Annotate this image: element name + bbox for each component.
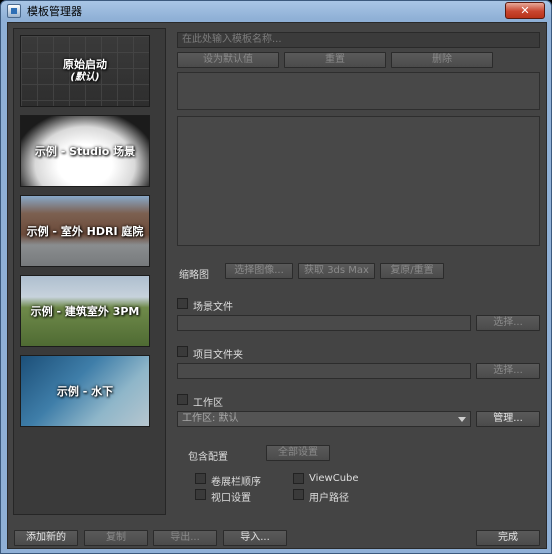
workspace-dropdown[interactable]: 工作区: 默认 xyxy=(177,411,471,427)
template-item-hdri-courtyard[interactable]: 示例 - 室外 HDRI 庭院 xyxy=(20,195,150,267)
chevron-down-icon xyxy=(458,417,466,422)
template-label: 原始启动 (默认) xyxy=(63,58,107,84)
template-item-original-startup[interactable]: 原始启动 (默认) xyxy=(20,35,150,107)
template-item-underwater[interactable]: 示例 - 水下 xyxy=(20,355,150,427)
project-folder-label: 项目文件夹 xyxy=(193,350,243,361)
thumbnail-preview xyxy=(177,116,540,246)
workspace-manage-button[interactable]: 管理... xyxy=(476,411,540,427)
delete-button[interactable]: 删除 xyxy=(391,52,493,68)
restore-reset-button[interactable]: 复原/重置 xyxy=(380,263,444,279)
choose-image-button[interactable]: 选择图像... xyxy=(225,263,293,279)
viewcube-checkbox[interactable] xyxy=(293,473,304,484)
close-button[interactable]: ✕ xyxy=(505,2,545,19)
scene-file-choose-button[interactable]: 选择... xyxy=(476,315,540,331)
template-label: 示例 - 建筑室外 3PM xyxy=(30,304,140,318)
window-title: 模板管理器 xyxy=(27,5,82,18)
project-folder-path[interactable] xyxy=(177,363,471,379)
template-list[interactable]: 原始启动 (默认) 示例 - Studio 场景 示例 - 室外 HDRI 庭院… xyxy=(13,28,166,515)
user-paths-checkbox[interactable] xyxy=(293,489,304,500)
app-icon xyxy=(7,4,21,18)
add-new-button[interactable]: 添加新的 xyxy=(14,530,78,546)
description-panel xyxy=(177,72,540,110)
thumbnail-label: 缩略图 xyxy=(179,270,209,281)
dialog-client-area: 原始启动 (默认) 示例 - Studio 场景 示例 - 室外 HDRI 庭院… xyxy=(7,22,547,549)
template-name-input[interactable]: 在此处输入模板名称... xyxy=(177,32,540,48)
workspace-checkbox[interactable] xyxy=(177,394,188,405)
template-item-studio[interactable]: 示例 - Studio 场景 xyxy=(20,115,150,187)
scene-file-checkbox[interactable] xyxy=(177,298,188,309)
scene-file-path[interactable] xyxy=(177,315,471,331)
viewcube-label: ViewCube xyxy=(309,473,359,484)
rollout-order-checkbox[interactable] xyxy=(195,473,206,484)
scene-file-label: 场景文件 xyxy=(193,302,233,313)
template-title: 原始启动 xyxy=(63,58,107,71)
viewport-settings-checkbox[interactable] xyxy=(195,489,206,500)
template-label: 示例 - Studio 场景 xyxy=(34,144,136,158)
viewport-settings-label: 视口设置 xyxy=(211,493,251,504)
done-button[interactable]: 完成 xyxy=(476,530,540,546)
reset-button[interactable]: 重置 xyxy=(284,52,386,68)
workspace-label: 工作区 xyxy=(193,398,223,409)
template-manager-window: 模板管理器 ✕ 原始启动 (默认) 示例 - Studio 场景 示例 - 室外… xyxy=(0,0,552,554)
copy-button[interactable]: 复制 xyxy=(84,530,148,546)
include-config-label: 包含配置 xyxy=(188,452,228,463)
template-label: 示例 - 室外 HDRI 庭院 xyxy=(26,224,144,238)
project-folder-choose-button[interactable]: 选择... xyxy=(476,363,540,379)
rollout-order-label: 卷展栏顺序 xyxy=(211,477,261,488)
workspace-selected-value: 工作区: 默认 xyxy=(182,413,239,424)
project-folder-checkbox[interactable] xyxy=(177,346,188,357)
template-label: 示例 - 水下 xyxy=(56,384,114,398)
template-subtitle: (默认) xyxy=(70,72,100,83)
title-bar: 模板管理器 ✕ xyxy=(1,1,551,21)
export-button[interactable]: 导出... xyxy=(153,530,217,546)
capture-3dsmax-button[interactable]: 获取 3ds Max xyxy=(298,263,375,279)
template-item-arch-exterior[interactable]: 示例 - 建筑室外 3PM xyxy=(20,275,150,347)
user-paths-label: 用户路径 xyxy=(309,493,349,504)
set-default-button[interactable]: 设为默认值 xyxy=(177,52,279,68)
import-button[interactable]: 导入... xyxy=(223,530,287,546)
select-all-config-button[interactable]: 全部设置 xyxy=(266,445,330,461)
